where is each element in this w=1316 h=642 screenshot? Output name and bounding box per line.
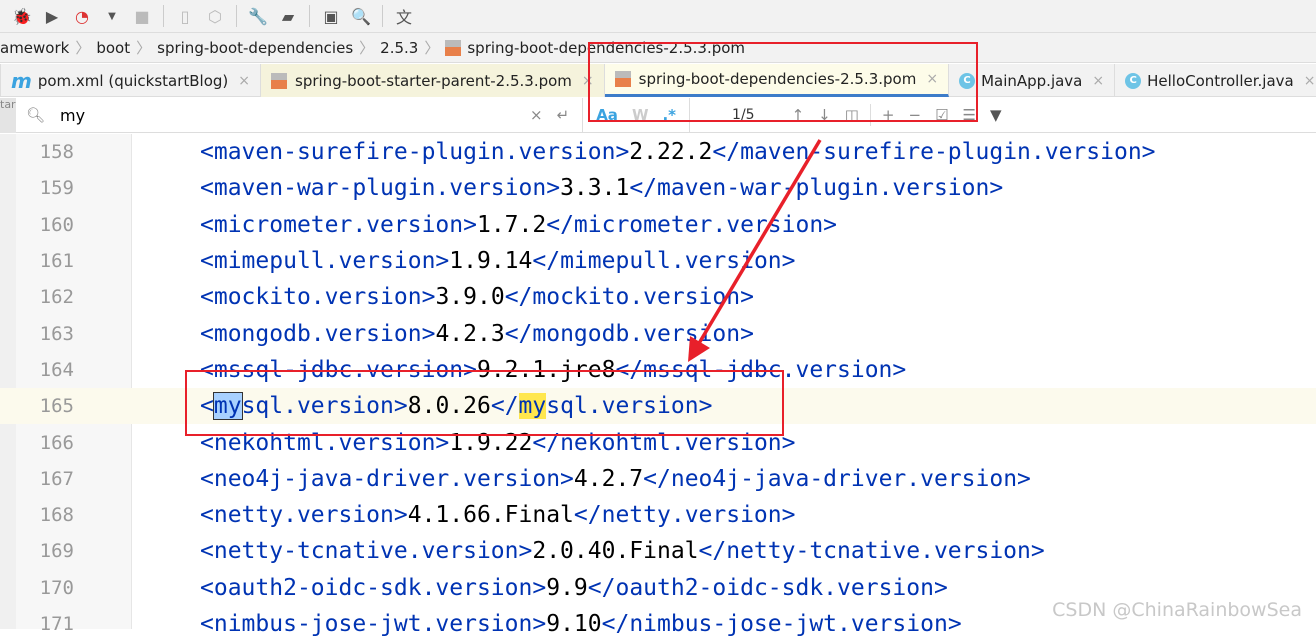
annotation-arrow xyxy=(688,139,822,362)
watermark: CSDN @ChinaRainbowSea xyxy=(1052,599,1302,621)
